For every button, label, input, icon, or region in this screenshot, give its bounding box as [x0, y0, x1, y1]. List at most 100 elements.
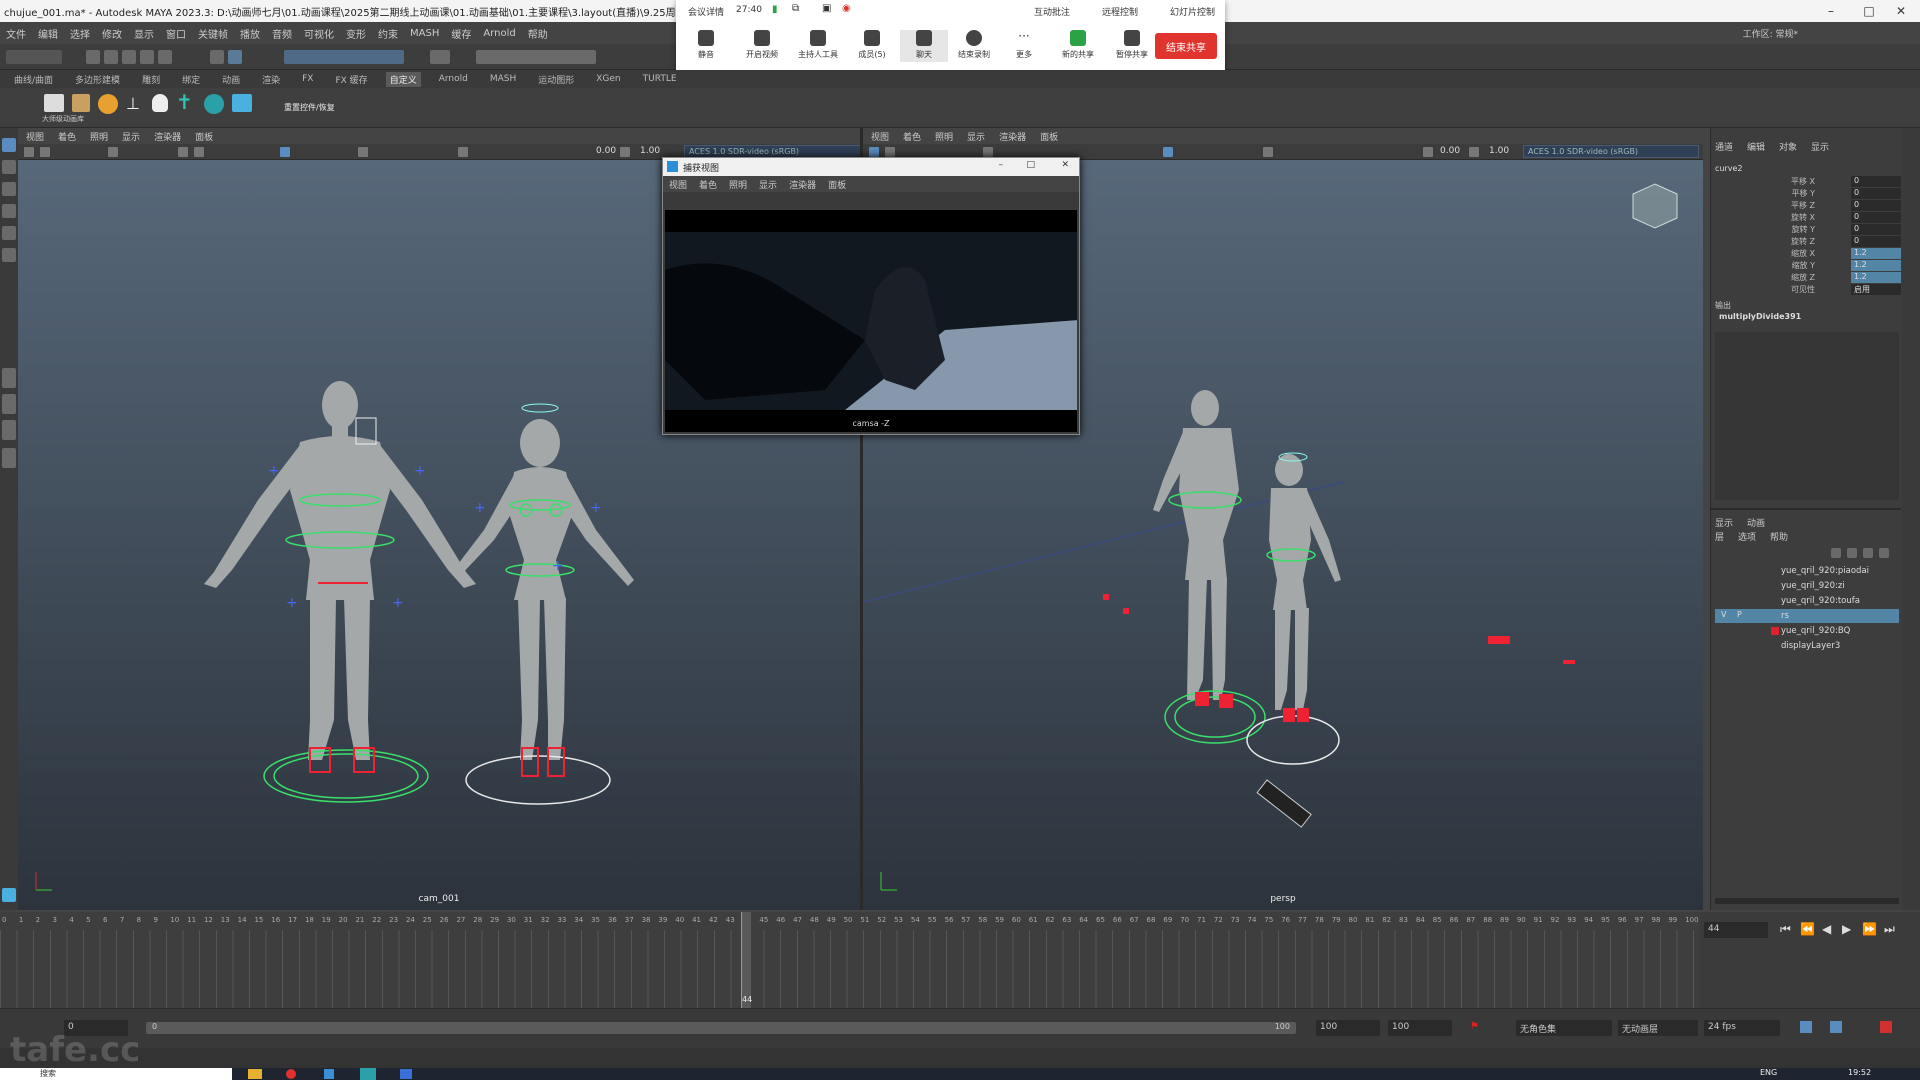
- step-forward-key-icon[interactable]: ⏩: [1862, 922, 1877, 936]
- shelf-tab-sculpt[interactable]: 雕刻: [138, 72, 164, 87]
- shelf-tab-motion-graphics[interactable]: 运动图形: [534, 72, 578, 87]
- layer-tab-display[interactable]: 显示: [1715, 516, 1733, 529]
- chat-button[interactable]: 聊天: [900, 30, 948, 62]
- rotate-tool-icon[interactable]: [2, 226, 16, 240]
- cb-output-node[interactable]: multiplyDivide391: [1719, 312, 1801, 321]
- menu-playback[interactable]: 播放: [240, 26, 260, 41]
- vp1-isolate-icon[interactable]: [358, 147, 368, 157]
- joint-cross-icon[interactable]: ✝: [176, 92, 196, 114]
- vp2-gamma-value[interactable]: 1.00: [1489, 146, 1509, 156]
- end-time-field[interactable]: 100: [1316, 1020, 1380, 1036]
- tool-circle-icon[interactable]: [98, 94, 118, 114]
- vp2-gamma-icon[interactable]: [1469, 147, 1479, 157]
- layout-single-icon[interactable]: [2, 368, 16, 388]
- save-scene-icon[interactable]: [122, 50, 136, 64]
- layer-visibility-toggle[interactable]: V: [1721, 610, 1726, 619]
- popout-icon[interactable]: ⧉: [792, 3, 799, 14]
- layout-four-icon[interactable]: [2, 394, 16, 414]
- new-share-button[interactable]: 新的共享: [1054, 30, 1102, 60]
- vp2-color-management[interactable]: ACES 1.0 SDR-video (sRGB): [1523, 145, 1699, 158]
- history-icon[interactable]: [430, 50, 450, 64]
- go-end-icon[interactable]: ⏭: [1884, 922, 1895, 937]
- meeting-app-icon[interactable]: [324, 1069, 334, 1079]
- capture-close-button[interactable]: ✕: [1061, 160, 1069, 170]
- shelf-tab-fx-cache[interactable]: FX 缓存: [331, 72, 371, 87]
- layer-menu-help[interactable]: 帮助: [1770, 530, 1788, 543]
- stop-record-button[interactable]: 结束录制: [950, 30, 998, 60]
- menu-visualize[interactable]: 可视化: [304, 26, 334, 41]
- channel-row[interactable]: 旋转 X0: [1711, 212, 1901, 224]
- vp1-menu-lighting[interactable]: 照明: [90, 130, 108, 143]
- capture-view-window[interactable]: 捕获视图 – □ ✕ 视图 着色 照明 显示 渲染器 面板 camsa -Z: [662, 157, 1080, 435]
- layer-tab-anim[interactable]: 动画: [1747, 516, 1765, 529]
- time-track[interactable]: [0, 930, 1700, 1008]
- vp1-menu-show[interactable]: 显示: [122, 130, 140, 143]
- channel-row[interactable]: 缩放 Z 1.2: [1711, 272, 1901, 284]
- layer-row[interactable]: displayLayer3: [1715, 639, 1899, 653]
- open-scene-icon[interactable]: [104, 50, 118, 64]
- command-line[interactable]: [0, 1048, 1920, 1068]
- vp2-lock-icon[interactable]: [885, 147, 895, 157]
- record-icon[interactable]: ◉: [842, 3, 851, 14]
- layer-row[interactable]: yue_qril_920:BQ: [1715, 624, 1899, 638]
- attribute-tab-strip[interactable]: [1902, 128, 1920, 910]
- menu-constrain[interactable]: 约束: [378, 26, 398, 41]
- vp1-exposure-value[interactable]: 0.00: [596, 146, 616, 156]
- remote-control[interactable]: 远程控制: [1102, 5, 1138, 18]
- shelf-tab-animation[interactable]: 动画: [218, 72, 244, 87]
- auto-key-icon[interactable]: [1880, 1021, 1892, 1033]
- fw-menu-shading[interactable]: 着色: [699, 178, 717, 191]
- cb-menu-edit[interactable]: 编辑: [1747, 140, 1765, 153]
- time-slider[interactable]: 0 1 2 3 4 5 6 7 8 9 10 11 12 13 14 15 16 17 18 19 20 21 22 23 24…: [0, 912, 1700, 1008]
- end-share-button[interactable]: 结束共享: [1155, 33, 1217, 59]
- layer-down-icon[interactable]: [1879, 548, 1889, 558]
- cb-menu-channels[interactable]: 通道: [1715, 140, 1733, 153]
- members-button[interactable]: 成员(5): [848, 30, 896, 60]
- channel-row[interactable]: 缩放 Y 1.2: [1711, 260, 1901, 272]
- layer-up-icon[interactable]: [1863, 548, 1873, 558]
- play-forward-icon[interactable]: ▶: [1842, 922, 1851, 936]
- cb-menu-object[interactable]: 对象: [1779, 140, 1797, 153]
- fw-menu-show[interactable]: 显示: [759, 178, 777, 191]
- move-tool-icon[interactable]: [2, 204, 16, 218]
- layer-menu-layers[interactable]: 层: [1715, 530, 1724, 543]
- shelf-tab-fx[interactable]: FX: [298, 73, 317, 85]
- vp2-camera-icon[interactable]: [869, 147, 879, 157]
- range-slider-bar[interactable]: 0 100: [146, 1022, 1296, 1034]
- vp1-menu-shading[interactable]: 着色: [58, 130, 76, 143]
- pause-share-button[interactable]: 暂停共享: [1108, 30, 1156, 60]
- menu-display[interactable]: 显示: [134, 26, 154, 41]
- chrome-icon[interactable]: [286, 1069, 296, 1079]
- vp1-smooth-shade-icon[interactable]: [280, 147, 290, 157]
- vp1-grid-icon[interactable]: [178, 147, 188, 157]
- folder-icon[interactable]: [72, 94, 90, 112]
- character-set-dropdown[interactable]: 无角色集: [1516, 1020, 1612, 1036]
- fw-menu-panels[interactable]: 面板: [828, 178, 846, 191]
- mode-dropdown[interactable]: [6, 50, 62, 64]
- channel-row[interactable]: 平移 Z0: [1711, 200, 1901, 212]
- current-frame-field[interactable]: 44: [1704, 922, 1768, 938]
- more-button[interactable]: ··· 更多: [1000, 30, 1048, 60]
- vp2-menu-renderer[interactable]: 渲染器: [999, 130, 1026, 143]
- slide-control[interactable]: 幻灯片控制: [1170, 5, 1215, 18]
- paint-tool-icon[interactable]: [2, 182, 16, 196]
- vp2-smooth-shade-icon[interactable]: [1163, 147, 1173, 157]
- vp1-menu-renderer[interactable]: 渲染器: [154, 130, 181, 143]
- current-time-indicator[interactable]: 44: [741, 912, 752, 1008]
- render-toolbar[interactable]: [476, 50, 596, 64]
- layer-row[interactable]: V Prs: [1715, 609, 1899, 623]
- vp1-lock-icon[interactable]: [40, 147, 50, 157]
- channel-row[interactable]: 平移 Y0: [1711, 188, 1901, 200]
- select-object-icon[interactable]: [228, 50, 242, 64]
- layer-scrollbar[interactable]: [1715, 898, 1899, 904]
- anim-layer-dropdown[interactable]: 无动画层: [1618, 1020, 1698, 1036]
- go-start-icon[interactable]: ⏮: [1780, 922, 1791, 937]
- vp2-menu-panels[interactable]: 面板: [1040, 130, 1058, 143]
- vp2-exposure-value[interactable]: 0.00: [1440, 146, 1460, 156]
- shelf-tab-custom[interactable]: 自定义: [385, 71, 421, 87]
- shelf-tab-rigging[interactable]: 绑定: [178, 72, 204, 87]
- fps-dropdown[interactable]: 24 fps: [1704, 1020, 1780, 1036]
- capture-minimize-button[interactable]: –: [999, 160, 1004, 170]
- channel-row[interactable]: 旋转 Y0: [1711, 224, 1901, 236]
- select-hierarchy-icon[interactable]: [210, 50, 224, 64]
